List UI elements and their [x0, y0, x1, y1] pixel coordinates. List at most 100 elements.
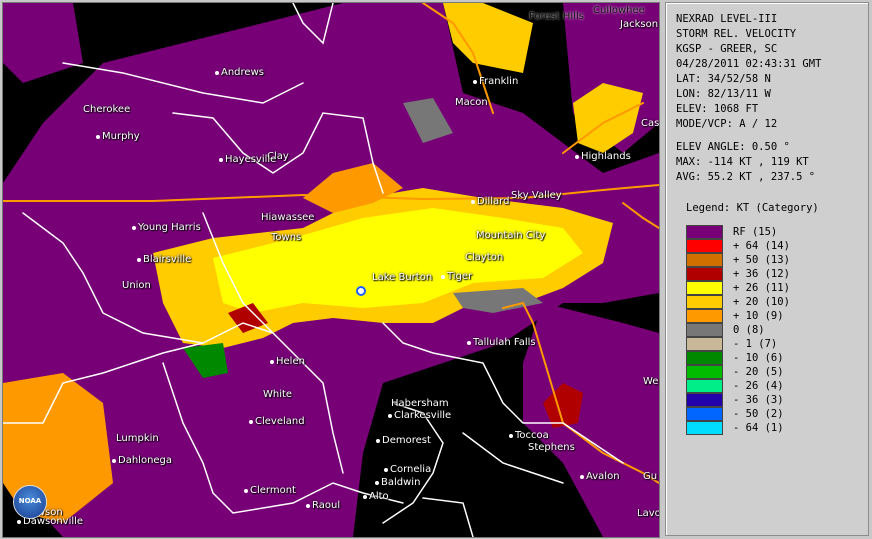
- place-label: Baldwin: [381, 477, 421, 488]
- legend-item: + 26 (11): [686, 280, 790, 295]
- place-label: Gu: [643, 471, 658, 482]
- place-dot: [306, 504, 310, 508]
- legend-swatch: [686, 378, 723, 393]
- place-label: We: [643, 376, 659, 387]
- place-dot: [132, 226, 136, 230]
- place-label: Young Harris: [138, 222, 201, 233]
- place-label: Andrews: [221, 67, 264, 78]
- place-label: Tallulah Falls: [473, 337, 536, 348]
- place-label: Union: [122, 280, 151, 291]
- legend-label: - 64 (1): [733, 421, 784, 434]
- place-label: Jackson: [620, 19, 659, 30]
- legend-label: RF (15): [733, 225, 778, 238]
- place-label: Cullowhee: [593, 5, 645, 16]
- place-dot: [376, 439, 380, 443]
- place-label: Raoul: [312, 500, 341, 511]
- place-label: Clarkesville: [394, 410, 452, 421]
- place-label: Macon: [455, 97, 488, 108]
- place-label: Towns: [271, 232, 302, 243]
- place-label: Dillard: [477, 196, 510, 207]
- legend-item: - 20 (5): [686, 364, 784, 379]
- legend-label: + 36 (12): [733, 267, 790, 280]
- legend-label: - 1 (7): [733, 337, 778, 350]
- place-dot: [441, 275, 445, 279]
- place-label: Toccoa: [515, 430, 549, 441]
- place-label: Franklin: [479, 76, 519, 87]
- legend-swatch: [686, 308, 723, 323]
- place-dot: [270, 360, 274, 364]
- legend-label: - 36 (3): [733, 393, 784, 406]
- datetime: 04/28/2011 02:43:31 GMT: [676, 58, 822, 70]
- legend-label: + 26 (11): [733, 281, 790, 294]
- place-dot: [575, 155, 579, 159]
- legend-label: + 64 (14): [733, 239, 790, 252]
- place-label: Blairsville: [143, 254, 192, 265]
- legend-label: + 20 (10): [733, 295, 790, 308]
- legend-item: - 10 (6): [686, 350, 784, 365]
- place-label: White: [263, 389, 293, 400]
- legend-label: 0 (8): [733, 323, 765, 336]
- legend-swatch: [686, 238, 723, 253]
- echo-region: [3, 3, 83, 83]
- place-label: Stephens: [528, 442, 575, 453]
- place-label: Cherokee: [83, 104, 131, 115]
- legend-item: RF (15): [686, 224, 778, 239]
- legend-item: - 50 (2): [686, 406, 784, 421]
- radar-site-icon: [356, 286, 366, 296]
- place-label: Hiawassee: [261, 212, 315, 223]
- place-label: Cleveland: [255, 416, 305, 427]
- county-boundary: [382, 402, 444, 524]
- place-label: Mountain City: [476, 230, 546, 241]
- legend-title: Legend: KT (Category): [686, 202, 819, 214]
- place-dot: [363, 495, 367, 499]
- legend-label: + 10 (9): [733, 309, 784, 322]
- legend-swatch: [686, 406, 723, 421]
- legend-label: - 10 (6): [733, 351, 784, 364]
- radar-map[interactable]: Forest Hills Cullowhee Jackson Andrews Frank…: [2, 2, 660, 538]
- legend-swatch: [686, 280, 723, 295]
- elev-angle: ELEV ANGLE: 0.50 °: [676, 141, 790, 153]
- legend-item: 0 (8): [686, 322, 765, 337]
- legend-swatch: [686, 336, 723, 351]
- elevation: ELEV: 1068 FT: [676, 103, 759, 115]
- place-label: Cas: [641, 118, 660, 129]
- legend-item: - 1 (7): [686, 336, 778, 351]
- place-label: Demorest: [382, 435, 431, 446]
- place-dot: [249, 420, 253, 424]
- legend-item: + 64 (14): [686, 238, 790, 253]
- latitude: LAT: 34/52/58 N: [676, 73, 771, 85]
- legend-swatch: [686, 364, 723, 379]
- place-label: Clayton: [465, 252, 504, 263]
- max-velocity: MAX: -114 KT , 119 KT: [676, 156, 809, 168]
- place-label: Murphy: [102, 131, 140, 142]
- place-label: Hayesville: [225, 154, 277, 165]
- legend-label: - 50 (2): [733, 407, 784, 420]
- product-type: STORM REL. VELOCITY: [676, 28, 797, 40]
- place-dot: [580, 475, 584, 479]
- place-dot: [473, 80, 477, 84]
- county-boundary: [422, 497, 474, 537]
- place-dot: [112, 459, 116, 463]
- echo-region: [523, 303, 659, 537]
- place-dot: [467, 341, 471, 345]
- echo-region: [443, 3, 533, 73]
- legend-swatch: [686, 252, 723, 267]
- place-label: Cornelia: [390, 464, 432, 475]
- mode-vcp: MODE/VCP: A / 12: [676, 118, 778, 130]
- legend-swatch: [686, 294, 723, 309]
- legend-item: + 36 (12): [686, 266, 790, 281]
- legend-item: - 36 (3): [686, 392, 784, 407]
- legend-swatch: [686, 224, 723, 239]
- place-label: Alto: [369, 491, 389, 502]
- legend-item: + 20 (10): [686, 294, 790, 309]
- place-label: Sky Valley: [511, 190, 562, 201]
- place-dot: [384, 468, 388, 472]
- legend-item: - 26 (4): [686, 378, 784, 393]
- legend-swatch: [686, 266, 723, 281]
- place-dot: [471, 200, 475, 204]
- place-label: Habersham: [391, 398, 449, 409]
- info-panel: NEXRAD LEVEL-III STORM REL. VELOCITY KGS…: [665, 2, 869, 536]
- place-label: Tiger: [447, 271, 473, 282]
- legend-item: + 50 (13): [686, 252, 790, 267]
- place-dot: [96, 135, 100, 139]
